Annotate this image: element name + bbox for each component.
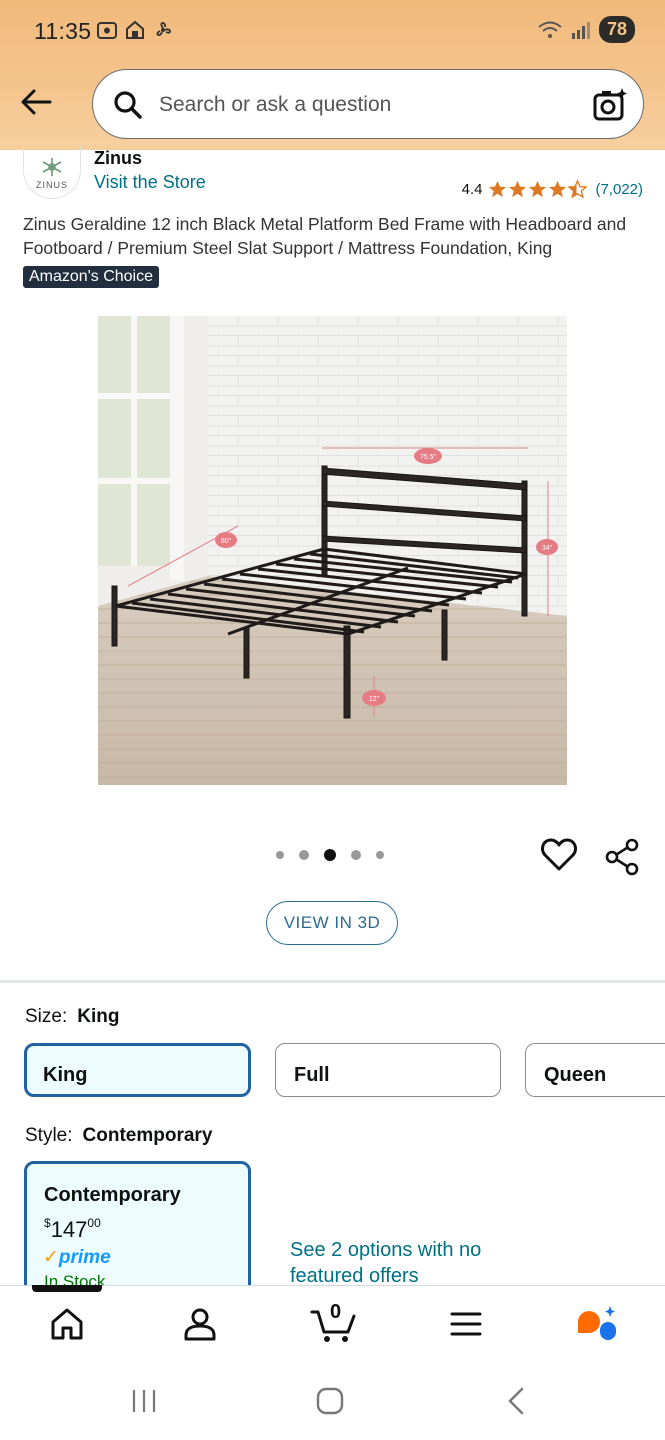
view-in-3d-button[interactable]: VIEW IN 3D	[266, 901, 398, 945]
style-option-name: Contemporary	[44, 1184, 181, 1206]
back-button[interactable]	[18, 84, 54, 120]
back-system-button[interactable]	[504, 1386, 528, 1421]
signal-icon	[571, 21, 590, 39]
size-option-label: King	[43, 1064, 88, 1086]
pager-dot[interactable]	[376, 851, 384, 859]
size-option-label: Full	[294, 1064, 330, 1086]
nav-rufus[interactable]	[576, 1304, 616, 1344]
pager-dot-active[interactable]	[324, 849, 336, 861]
status-bar: 11:35 78	[0, 0, 665, 62]
product-title: Zinus Geraldine 12 inch Black Metal Plat…	[23, 214, 627, 258]
style-label-row: Style: Contemporary	[25, 1125, 212, 1147]
style-selected-value: Contemporary	[82, 1125, 213, 1146]
nav-home[interactable]	[47, 1304, 87, 1344]
prime-label: prime	[58, 1247, 111, 1268]
star-half-icon	[568, 180, 588, 199]
rating[interactable]: 4.4 (7,022)	[462, 180, 643, 199]
bed-frame-photo: 75.5" 80" 34" 12"	[98, 316, 567, 785]
review-count[interactable]: (7,022)	[595, 181, 643, 198]
recent-apps-button[interactable]	[131, 1386, 157, 1421]
dim-clearance-label: 12"	[369, 696, 380, 703]
nav-account[interactable]	[180, 1304, 220, 1344]
heart-icon	[541, 838, 577, 871]
search-input[interactable]: Search or ask a question	[159, 93, 391, 117]
recent-apps-icon	[132, 1390, 156, 1412]
product-image[interactable]: 75.5" 80" 34" 12"	[98, 316, 567, 785]
brand-logo-text: ZINUS	[36, 179, 68, 190]
price-fraction: 00	[87, 1216, 101, 1230]
dim-width-label: 75.5"	[420, 454, 437, 461]
battery-indicator: 78	[598, 16, 635, 43]
price-symbol: $	[44, 1216, 51, 1230]
prime-check-icon: ✓	[43, 1247, 59, 1268]
size-option-full[interactable]: Full	[275, 1043, 501, 1097]
pager-dot[interactable]	[276, 851, 284, 859]
star-icon	[529, 180, 547, 198]
star-icon	[489, 180, 507, 198]
size-option-king[interactable]: King	[24, 1043, 251, 1097]
wifi-icon	[538, 21, 562, 38]
size-label-row: Size: King	[25, 1006, 119, 1028]
rufus-assistant-icon	[578, 1306, 616, 1340]
camera-search-icon[interactable]	[591, 86, 629, 124]
wishlist-button[interactable]	[540, 836, 578, 874]
home-icon	[51, 1308, 83, 1340]
cart-count: 0	[330, 1301, 342, 1323]
brand-logo-mark-icon	[42, 157, 62, 176]
amazons-choice-badge[interactable]: Amazon's Choice	[23, 266, 159, 288]
chevron-left-icon	[508, 1387, 524, 1415]
style-label: Style:	[25, 1125, 73, 1146]
pager-dot[interactable]	[351, 850, 361, 860]
size-label: Size:	[25, 1006, 68, 1027]
star-icon	[509, 180, 527, 198]
image-pager-dots[interactable]	[276, 849, 384, 861]
status-time: 11:35	[34, 18, 92, 44]
home-circle-icon	[316, 1387, 344, 1415]
dim-head-height-label: 34"	[542, 545, 553, 552]
share-icon	[605, 838, 639, 876]
nav-menu[interactable]	[446, 1304, 486, 1344]
size-option-queen[interactable]: Queen	[525, 1043, 665, 1097]
share-button[interactable]	[604, 838, 642, 876]
size-selected-value: King	[77, 1006, 120, 1027]
home-system-button[interactable]	[316, 1386, 344, 1421]
search-icon	[114, 91, 142, 119]
brand-name: Zinus	[94, 148, 142, 168]
arrow-left-icon	[21, 89, 52, 115]
nav-active-indicator	[32, 1285, 102, 1292]
section-divider	[0, 980, 665, 983]
fan-icon	[152, 18, 174, 42]
status-right: 78	[537, 16, 635, 43]
style-option-price: $14700	[44, 1216, 101, 1243]
brand-logo[interactable]: ZINUS	[23, 147, 81, 199]
visit-store-link[interactable]: Visit the Store	[94, 172, 206, 193]
menu-icon	[450, 1312, 482, 1336]
search-bar[interactable]: Search or ask a question	[92, 69, 644, 139]
see-options-link[interactable]: See 2 options with no featured offers	[290, 1237, 530, 1289]
size-option-label: Queen	[544, 1064, 607, 1086]
dim-length-label: 80"	[221, 538, 232, 545]
status-notification-icons	[96, 18, 174, 42]
star-icon	[549, 180, 567, 198]
pager-dot[interactable]	[299, 850, 309, 860]
price-whole: 147	[50, 1217, 88, 1242]
star-rating	[488, 180, 588, 199]
screenshot-icon	[96, 18, 118, 42]
home-status-icon	[124, 18, 146, 42]
rating-value: 4.4	[461, 181, 483, 198]
account-icon	[184, 1308, 216, 1341]
prime-badge: ✓prime	[43, 1246, 111, 1269]
nav-cart[interactable]: 0	[310, 1301, 358, 1344]
